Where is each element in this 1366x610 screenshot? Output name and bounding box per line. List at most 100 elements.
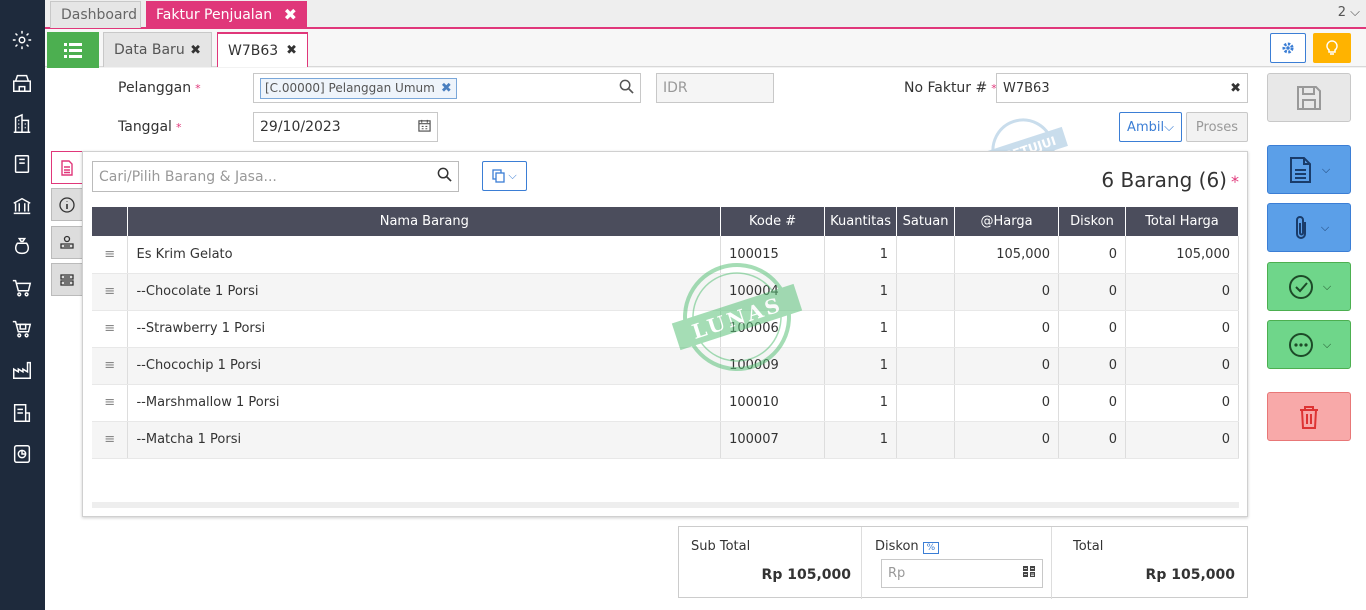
remove-chip-icon[interactable]: ✖ xyxy=(441,81,452,96)
drag-handle-icon[interactable]: ≡ xyxy=(92,310,129,348)
list-menu-button[interactable] xyxy=(47,32,99,68)
tab-faktur-penjualan[interactable]: Faktur Penjualan ✖ xyxy=(146,1,307,28)
cell-satuan xyxy=(896,347,956,385)
trash-icon xyxy=(1300,405,1318,429)
cell-diskon[interactable]: 0 xyxy=(1058,273,1126,311)
copy-dropdown-button[interactable]: ⌵ xyxy=(482,161,527,191)
table-row[interactable]: ≡ --Chocolate 1 Porsi 100004 1 0 0 0 xyxy=(92,273,1240,311)
book-icon[interactable] xyxy=(10,152,34,176)
drag-handle-icon[interactable]: ≡ xyxy=(92,236,129,274)
cell-qty[interactable]: 1 xyxy=(824,384,898,422)
cell-diskon[interactable]: 0 xyxy=(1058,421,1126,459)
cart-icon[interactable] xyxy=(10,276,34,300)
drag-handle-icon[interactable]: ≡ xyxy=(92,421,129,459)
tips-button[interactable] xyxy=(1313,33,1351,63)
tax-icon[interactable] xyxy=(10,401,34,425)
pelanggan-field[interactable]: [C.00000] Pelanggan Umum ✖ xyxy=(253,73,641,103)
close-icon[interactable]: ✖ xyxy=(284,5,297,24)
table-row[interactable]: ≡ --Strawberry 1 Porsi 100006 1 0 0 0 xyxy=(92,310,1240,348)
tanggal-input[interactable]: 29/10/2023 xyxy=(253,112,438,142)
cell-diskon[interactable]: 0 xyxy=(1058,347,1126,385)
lightbulb-icon xyxy=(1326,40,1338,55)
close-icon[interactable]: ✖ xyxy=(190,43,201,58)
cell-total: 0 xyxy=(1125,384,1240,422)
print-dropdown-button[interactable]: ⌵ xyxy=(1267,145,1351,194)
cell-qty[interactable]: 1 xyxy=(824,236,898,274)
cell-nama: Es Krim Gelato xyxy=(127,236,722,274)
settings-icon[interactable] xyxy=(10,28,34,52)
attachment-dropdown-button[interactable]: ⌵ xyxy=(1267,203,1351,252)
search-icon[interactable] xyxy=(619,79,634,98)
pelanggan-label: Pelanggan * xyxy=(118,80,201,96)
table-row[interactable]: ≡ --Matcha 1 Porsi 100007 1 0 0 0 xyxy=(92,421,1240,459)
tab-info[interactable] xyxy=(51,188,83,221)
col-kuantitas: Kuantitas xyxy=(824,207,898,236)
tab-data-baru[interactable]: Data Baru ✖ xyxy=(103,32,212,67)
cell-harga[interactable]: 0 xyxy=(954,310,1060,348)
more-icon xyxy=(1288,332,1313,357)
no-faktur-input[interactable]: W7B63 ✖ xyxy=(996,73,1248,103)
cell-harga[interactable]: 0 xyxy=(954,384,1060,422)
percent-toggle[interactable]: % xyxy=(922,542,940,554)
building-icon[interactable] xyxy=(10,112,34,136)
close-icon[interactable]: ✖ xyxy=(286,43,297,58)
document-icon xyxy=(61,159,73,176)
cell-qty[interactable]: 1 xyxy=(824,273,898,311)
cell-diskon[interactable]: 0 xyxy=(1058,310,1126,348)
table-row[interactable]: ≡ --Chocochip 1 Porsi 100009 1 0 0 0 xyxy=(92,347,1240,385)
approve-dropdown-button[interactable]: ⌵ xyxy=(1267,262,1351,311)
delete-button[interactable] xyxy=(1267,392,1351,441)
factory-icon[interactable] xyxy=(10,358,34,382)
ambil-button[interactable]: Ambil ⌵ xyxy=(1119,112,1182,142)
tab-data-baru-label: Data Baru xyxy=(114,42,185,58)
cell-kode: 100009 xyxy=(720,347,826,385)
calendar-icon[interactable] xyxy=(418,119,431,136)
search-icon[interactable] xyxy=(437,167,452,186)
cell-kode: 100015 xyxy=(720,236,826,274)
drag-handle-icon[interactable]: ≡ xyxy=(92,273,129,311)
cell-harga[interactable]: 105,000 xyxy=(954,236,1060,274)
sub-tab-bar: Data Baru ✖ W7B63 ✖ xyxy=(45,29,1366,68)
items-table: Nama Barang Kode # Kuantitas Satuan @Har… xyxy=(92,207,1240,459)
tab-payment[interactable] xyxy=(51,226,83,259)
paperclip-icon xyxy=(1295,215,1306,239)
report-chart-icon[interactable] xyxy=(10,442,34,466)
clear-icon[interactable]: ✖ xyxy=(1230,81,1241,96)
settings-button[interactable] xyxy=(1270,33,1306,63)
cell-qty[interactable]: 1 xyxy=(824,347,898,385)
cell-qty[interactable]: 1 xyxy=(824,310,898,348)
cell-harga[interactable]: 0 xyxy=(954,273,1060,311)
cell-satuan xyxy=(896,421,956,459)
save-button[interactable] xyxy=(1267,73,1351,122)
tab-document[interactable] xyxy=(51,151,83,184)
drag-handle-icon[interactable]: ≡ xyxy=(92,384,129,422)
item-search-input[interactable]: Cari/Pilih Barang & Jasa... xyxy=(92,161,459,192)
subtotal-section: Sub Total Rp 105,000 xyxy=(679,527,862,599)
diskon-input[interactable]: Rp xyxy=(881,559,1043,588)
table-row[interactable]: ≡ --Marshmallow 1 Porsi 100010 1 0 0 0 xyxy=(92,384,1240,422)
table-row[interactable]: ≡ Es Krim Gelato 100015 1 105,000 0 105,… xyxy=(92,236,1240,274)
store-icon[interactable] xyxy=(10,71,34,95)
cell-diskon[interactable]: 0 xyxy=(1058,384,1126,422)
drag-handle-icon[interactable]: ≡ xyxy=(92,347,129,385)
cell-harga[interactable]: 0 xyxy=(954,421,1060,459)
calculator-icon[interactable] xyxy=(1022,565,1036,582)
col-diskon: Diskon xyxy=(1058,207,1126,236)
more-dropdown-button[interactable]: ⌵ xyxy=(1267,320,1351,369)
cell-diskon[interactable]: 0 xyxy=(1058,236,1126,274)
tab-w7b63[interactable]: W7B63 ✖ xyxy=(217,32,308,67)
cell-harga[interactable]: 0 xyxy=(954,347,1060,385)
tab-count-dropdown[interactable]: 2 ⌵ xyxy=(1338,5,1360,20)
cart-box-icon[interactable] xyxy=(10,317,34,341)
tab-faktur-label: Faktur Penjualan xyxy=(156,6,273,23)
tab-shipping[interactable] xyxy=(51,263,83,296)
proses-button[interactable]: Proses xyxy=(1186,112,1248,142)
item-search-placeholder: Cari/Pilih Barang & Jasa... xyxy=(99,168,277,185)
tab-dashboard[interactable]: Dashboard xyxy=(50,1,141,28)
cell-kode: 100007 xyxy=(720,421,826,459)
bank-icon[interactable] xyxy=(10,194,34,218)
horizontal-scrollbar[interactable] xyxy=(92,502,1239,508)
money-bag-icon[interactable] xyxy=(10,234,34,258)
cell-qty[interactable]: 1 xyxy=(824,421,898,459)
document-icon xyxy=(1289,156,1311,183)
